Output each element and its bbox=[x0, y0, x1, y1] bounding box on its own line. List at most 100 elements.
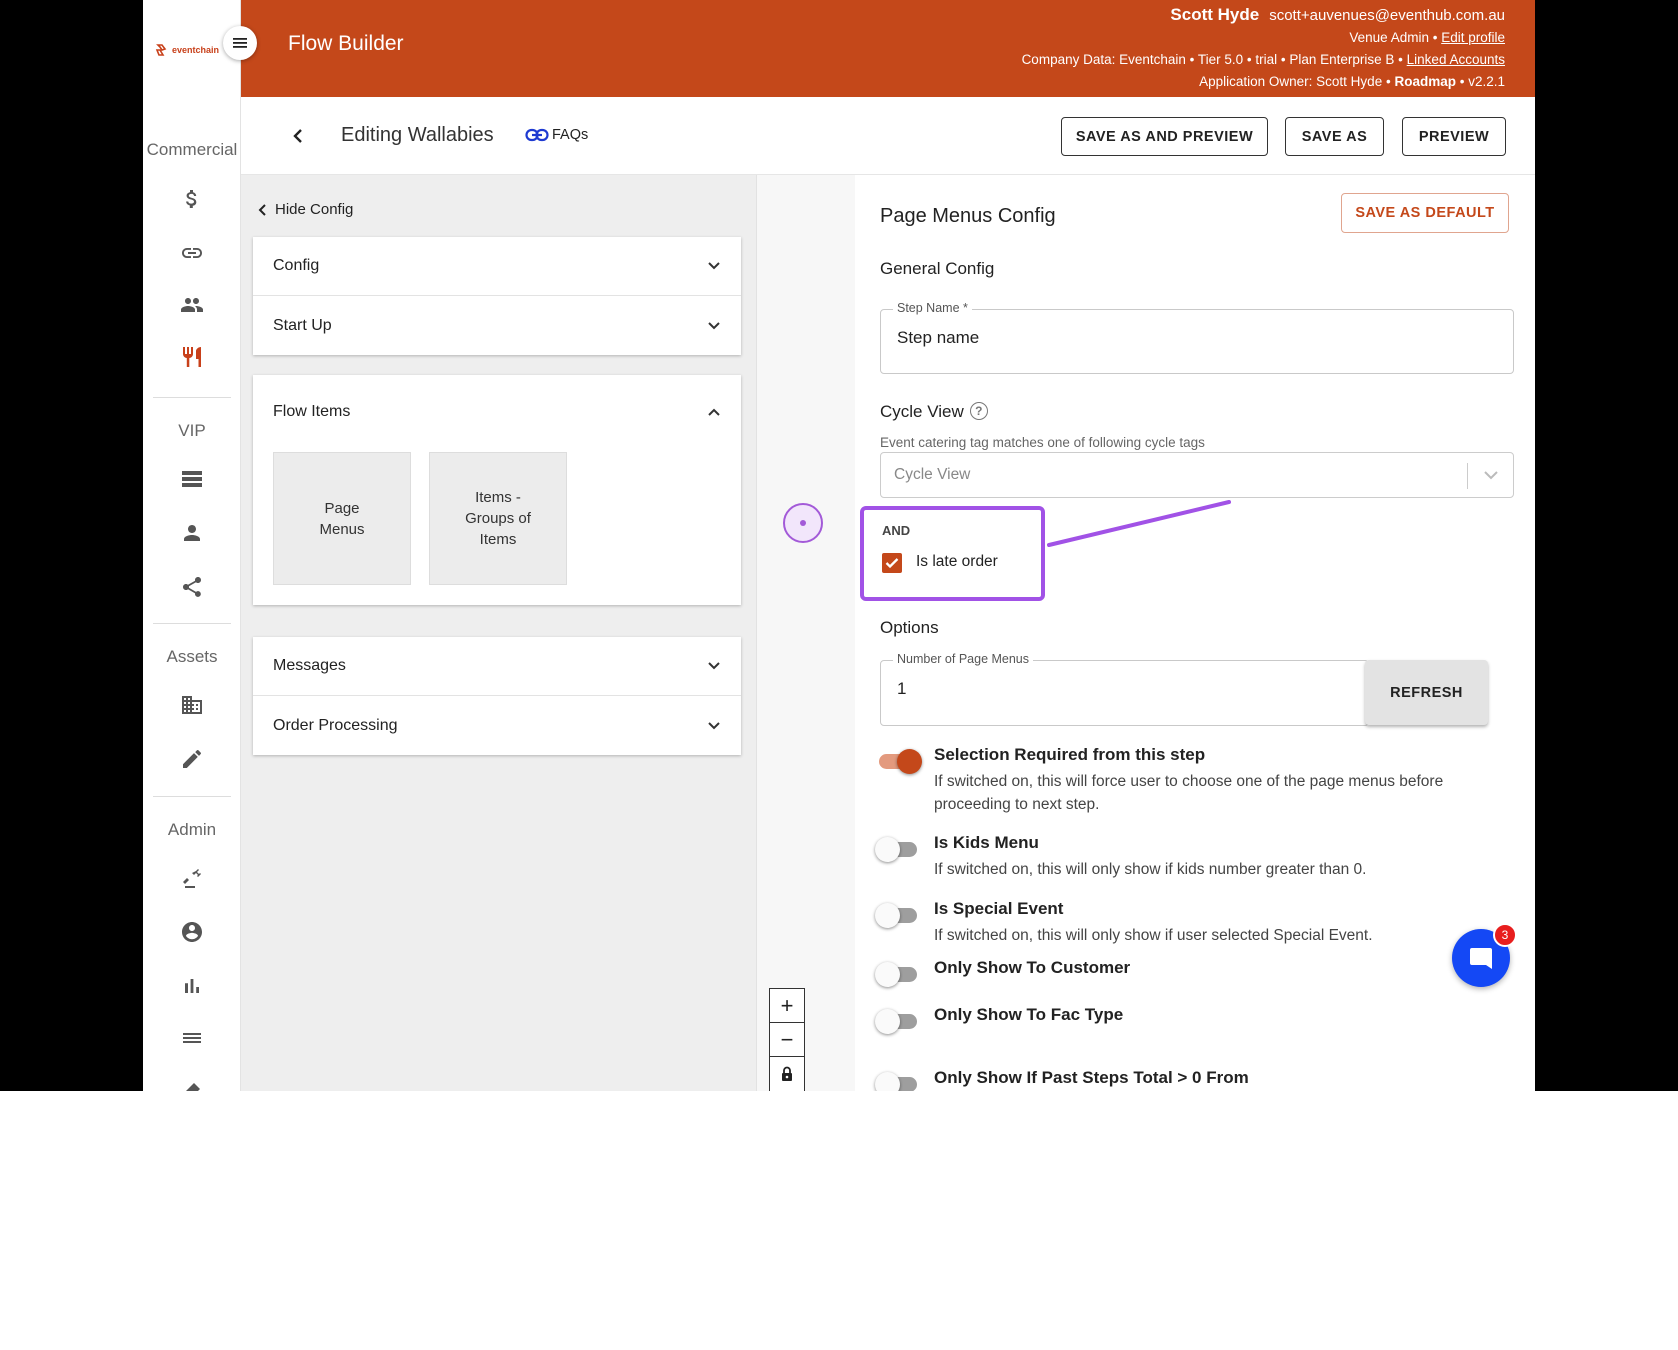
toggle-description: If switched on, this will only show if u… bbox=[934, 927, 1373, 944]
chevron-up-icon bbox=[708, 408, 720, 416]
share-icon[interactable] bbox=[167, 570, 217, 604]
company-text: Company Data: Eventchain • Tier 5.0 • tr… bbox=[1021, 52, 1403, 67]
kids-menu-toggle[interactable] bbox=[875, 837, 919, 862]
hide-config-button[interactable]: Hide Config bbox=[257, 201, 353, 218]
zoom-in-button[interactable]: + bbox=[770, 989, 804, 1023]
back-button[interactable] bbox=[283, 121, 313, 151]
accordion-config[interactable]: Config bbox=[253, 237, 741, 296]
flow-node[interactable] bbox=[783, 503, 823, 543]
rail-divider bbox=[153, 623, 231, 624]
pencil-icon[interactable] bbox=[167, 742, 217, 776]
person-icon[interactable] bbox=[167, 516, 217, 550]
section-title: Page Menus Config bbox=[880, 205, 1056, 227]
chat-notification-badge: 3 bbox=[1493, 923, 1517, 947]
save-as-default-button[interactable]: SAVE AS DEFAULT bbox=[1341, 193, 1509, 233]
toggle-title: Only Show To Customer bbox=[934, 958, 1131, 977]
accordion-messages[interactable]: Messages bbox=[253, 637, 741, 696]
annotation-arrow-line bbox=[1047, 500, 1231, 547]
refresh-button[interactable]: REFRESH bbox=[1365, 660, 1488, 725]
cycle-view-title: Cycle View bbox=[880, 402, 964, 421]
toggle-title: Only Show If Past Steps Total > 0 From bbox=[934, 1068, 1249, 1087]
save-as-and-preview-button[interactable]: SAVE AS AND PREVIEW bbox=[1061, 117, 1268, 156]
preview-button[interactable]: PREVIEW bbox=[1402, 117, 1506, 156]
step-name-field[interactable]: Step Name * bbox=[880, 301, 1514, 374]
link-icon[interactable] bbox=[167, 236, 217, 270]
tool-icon[interactable] bbox=[167, 1074, 217, 1091]
user-name: Scott Hyde bbox=[1170, 5, 1260, 24]
annotation-highlight-box: AND Is late order bbox=[860, 506, 1045, 601]
toggle-title: Is Special Event bbox=[934, 899, 1064, 918]
chevron-down-icon bbox=[708, 662, 720, 670]
help-icon[interactable]: ? bbox=[969, 402, 988, 420]
number-of-page-menus-input[interactable] bbox=[897, 679, 1311, 699]
hide-config-label: Hide Config bbox=[275, 201, 354, 218]
rail-section-assets: Assets bbox=[166, 647, 218, 666]
roadmap-link[interactable]: Roadmap bbox=[1394, 74, 1456, 89]
hamburger-icon bbox=[233, 38, 247, 48]
toggle-description: If switched on, this will only show if k… bbox=[934, 861, 1367, 878]
only-show-if-past-steps-toggle[interactable] bbox=[875, 1072, 919, 1091]
user-email: scott+auvenues@eventhub.com.au bbox=[1269, 7, 1505, 24]
selection-required-toggle[interactable] bbox=[875, 749, 922, 774]
dollar-icon[interactable] bbox=[167, 182, 217, 216]
list-icon[interactable] bbox=[167, 1021, 217, 1055]
rail-divider bbox=[153, 397, 231, 398]
accordion-order-processing[interactable]: Order Processing bbox=[253, 696, 741, 755]
eventchain-logo-icon bbox=[155, 44, 167, 56]
cycle-view-heading: Cycle View? bbox=[880, 402, 988, 422]
menu-toggle-button[interactable] bbox=[223, 26, 257, 60]
chevron-left-icon bbox=[293, 129, 302, 143]
user-info: Scott Hyde scott+auvenues@eventhub.com.au… bbox=[1022, 4, 1505, 93]
only-show-to-customer-toggle[interactable] bbox=[875, 962, 919, 987]
accordion-flow-items: Flow Items Page Menus Items - Groups of … bbox=[253, 375, 741, 605]
zoom-out-button[interactable]: − bbox=[770, 1023, 804, 1057]
save-as-button[interactable]: SAVE AS bbox=[1285, 117, 1384, 156]
linked-accounts-link[interactable]: Linked Accounts bbox=[1407, 52, 1505, 67]
accordion-label: Order Processing bbox=[273, 716, 398, 734]
faqs-label: FAQs bbox=[552, 127, 589, 143]
step-name-input[interactable] bbox=[897, 328, 1435, 348]
late-order-label: Is late order bbox=[916, 553, 998, 570]
app-logo[interactable]: eventchain bbox=[153, 40, 233, 60]
restaurant-icon[interactable] bbox=[167, 340, 217, 374]
flow-canvas[interactable]: + − bbox=[756, 175, 855, 1091]
app-window: eventchain Commercial VIP Assets Admin F… bbox=[143, 0, 1535, 1091]
flow-tiles: Page Menus Items - Groups of Items bbox=[253, 448, 741, 605]
toggle-title: Only Show To Fac Type bbox=[934, 1005, 1124, 1024]
screenshot-frame: eventchain Commercial VIP Assets Admin F… bbox=[0, 0, 1678, 1091]
edit-profile-link[interactable]: Edit profile bbox=[1441, 30, 1505, 45]
admin-tool-icon[interactable] bbox=[167, 861, 217, 895]
cycle-view-placeholder: Cycle View bbox=[894, 466, 971, 483]
lock-button[interactable] bbox=[770, 1057, 804, 1091]
left-rail: eventchain Commercial VIP Assets Admin bbox=[143, 0, 241, 1091]
account-icon[interactable] bbox=[167, 915, 217, 949]
logo-text: eventchain bbox=[172, 45, 220, 55]
special-event-toggle[interactable] bbox=[875, 903, 919, 928]
and-label: AND bbox=[882, 523, 911, 538]
zoom-controls: + − bbox=[769, 988, 805, 1091]
accordion-group-processing: Messages Order Processing bbox=[253, 637, 741, 755]
storage-icon[interactable] bbox=[167, 462, 217, 496]
accordion-label: Flow Items bbox=[273, 402, 351, 420]
role-text: Venue Admin • bbox=[1349, 30, 1438, 45]
number-of-page-menus-field[interactable]: Number of Page Menus bbox=[880, 652, 1369, 726]
people-icon[interactable] bbox=[167, 288, 217, 322]
owner-text: Application Owner: Scott Hyde • bbox=[1199, 74, 1391, 89]
link-icon bbox=[525, 128, 549, 142]
only-show-to-fac-type-toggle[interactable] bbox=[875, 1009, 919, 1034]
late-order-checkbox[interactable] bbox=[882, 553, 902, 573]
flow-tile-page-menus[interactable]: Page Menus bbox=[273, 452, 411, 585]
step-name-label: Step Name * bbox=[893, 301, 972, 315]
flow-tile-items-groups[interactable]: Items - Groups of Items bbox=[429, 452, 567, 585]
number-of-page-menus-label: Number of Page Menus bbox=[893, 652, 1034, 666]
faqs-link[interactable]: FAQs bbox=[525, 127, 588, 143]
page-menus-config: Page Menus Config SAVE AS DEFAULT Genera… bbox=[855, 175, 1535, 1091]
accordion-start-up[interactable]: Start Up bbox=[253, 296, 741, 355]
building-icon[interactable] bbox=[167, 688, 217, 722]
editor-toolbar: Editing Wallabies FAQs SAVE AS AND PREVI… bbox=[241, 97, 1535, 175]
bar-chart-icon[interactable] bbox=[167, 969, 217, 1003]
chevron-left-icon bbox=[258, 203, 266, 216]
cycle-view-select[interactable]: Cycle View bbox=[880, 452, 1514, 498]
chevron-down-icon bbox=[708, 721, 720, 729]
accordion-flow-items-header[interactable]: Flow Items bbox=[253, 375, 741, 448]
